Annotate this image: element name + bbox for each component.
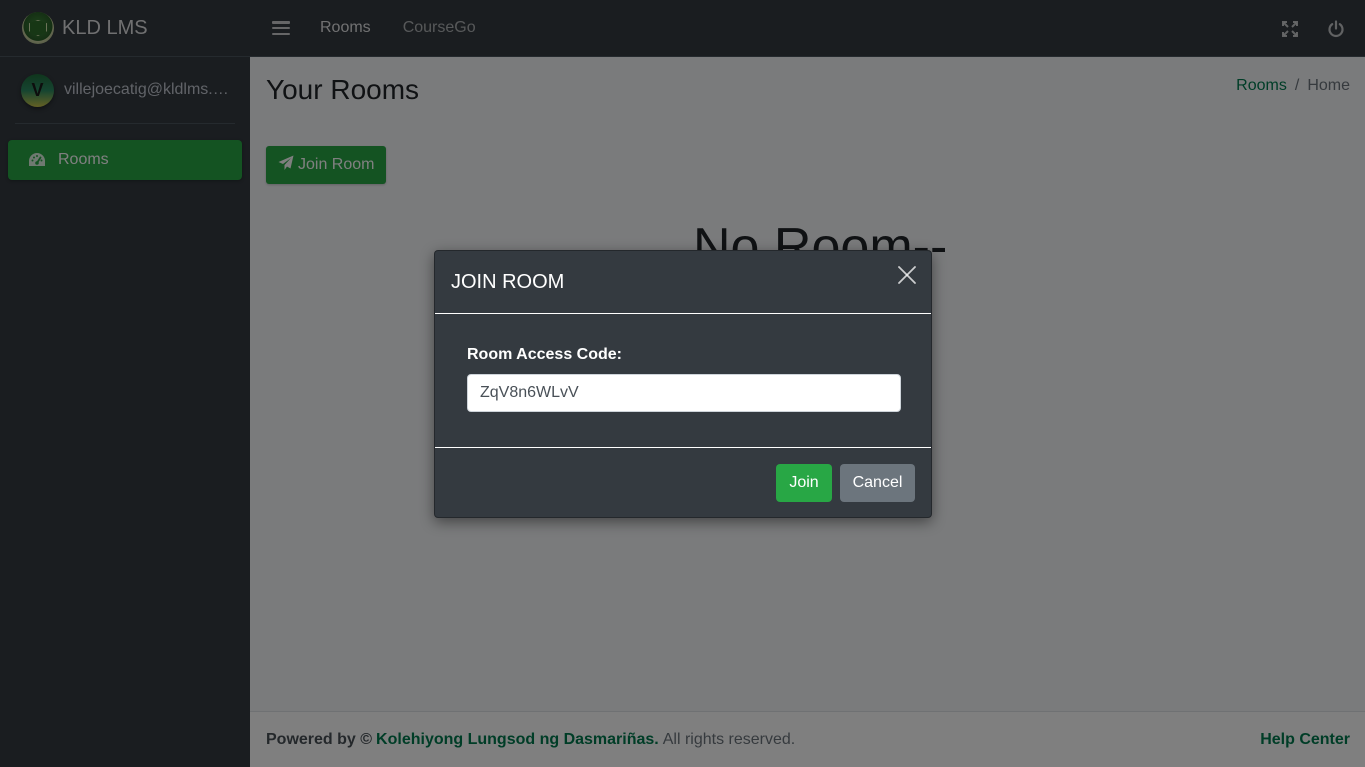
access-code-label: Room Access Code: [467,346,622,363]
modal-header: JOIN ROOM [435,251,931,314]
close-icon[interactable] [897,265,917,285]
access-code-input[interactable] [467,374,901,412]
modal-body: Room Access Code: [435,314,931,448]
join-room-modal: JOIN ROOM Room Access Code: Join Cancel [434,250,932,518]
modal-footer: Join Cancel [435,448,931,518]
modal-title: JOIN ROOM [451,270,565,293]
join-button[interactable]: Join [776,464,832,502]
cancel-button[interactable]: Cancel [840,464,915,502]
